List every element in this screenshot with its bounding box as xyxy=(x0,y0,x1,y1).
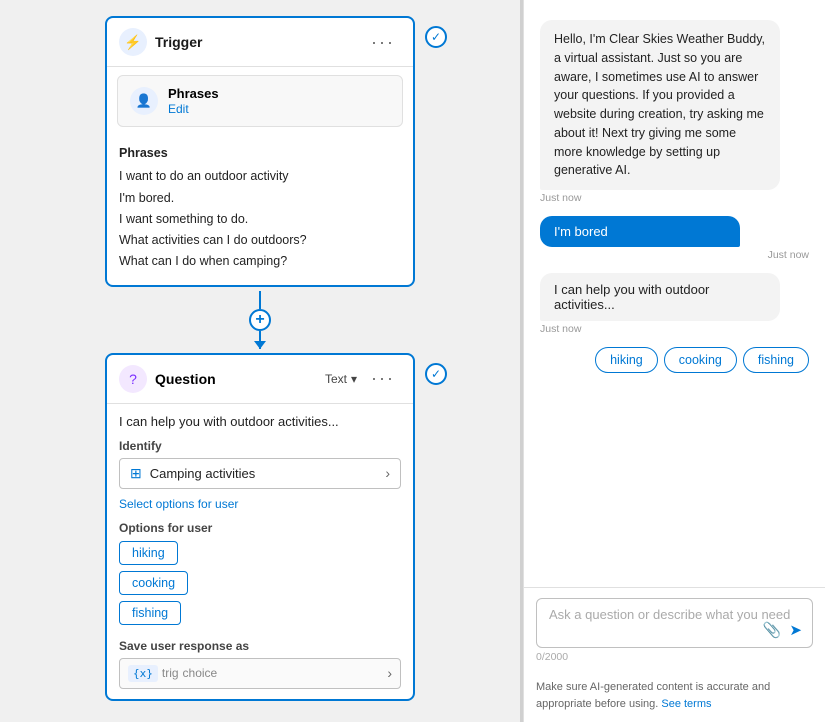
phrase-4: What activities can I do outdoors? xyxy=(119,230,401,251)
phrases-inner-content: Phrases Edit xyxy=(168,86,219,116)
options-label: Options for user xyxy=(119,521,401,535)
phrases-icon: 👤 xyxy=(130,87,158,115)
question-header: ? Question Text ▾ ··· xyxy=(107,355,413,404)
connector: + xyxy=(105,287,415,353)
chat-input-area: Ask a question or describe what you need… xyxy=(524,587,825,673)
phrase-5: What can I do when camping? xyxy=(119,251,401,272)
chat-option-cooking[interactable]: cooking xyxy=(664,347,737,373)
chat-disclaimer: Make sure AI-generated content is accura… xyxy=(524,673,825,722)
save-var-choice: choice xyxy=(183,666,218,680)
chat-input-placeholder: Ask a question or describe what you need xyxy=(549,607,800,622)
chat-input-box[interactable]: Ask a question or describe what you need… xyxy=(536,598,813,648)
save-var-trig: trig xyxy=(162,666,179,680)
question-card: ? Question Text ▾ ··· ✓ I can help you w… xyxy=(105,353,415,701)
identify-label: Identify xyxy=(119,439,401,453)
question-type-label: Text xyxy=(325,372,347,386)
disclaimer-link[interactable]: See terms xyxy=(661,698,711,710)
bot-bubble-1: Hello, I'm Clear Skies Weather Buddy, a … xyxy=(540,20,780,190)
option-hiking[interactable]: hiking xyxy=(119,541,401,571)
question-text: I can help you with outdoor activities..… xyxy=(119,414,401,429)
phrases-edit-link[interactable]: Edit xyxy=(168,102,189,116)
add-step-button[interactable]: + xyxy=(249,309,271,331)
question-title: Question xyxy=(155,371,317,387)
attach-icon[interactable]: 📎 xyxy=(763,621,782,639)
chat-option-fishing[interactable]: fishing xyxy=(743,347,809,373)
select-options-link[interactable]: Select options for user xyxy=(119,497,238,511)
trigger-phrases-inner[interactable]: 👤 Phrases Edit xyxy=(117,75,403,127)
identify-value: Camping activities xyxy=(150,466,378,481)
bubble3-time: Just now xyxy=(540,323,809,335)
trigger-icon: ⚡ xyxy=(119,28,147,56)
save-response-label: Save user response as xyxy=(119,639,401,653)
phrase-2: I'm bored. xyxy=(119,188,401,209)
identify-arrow-icon: › xyxy=(385,465,390,481)
chat-message-1: Hello, I'm Clear Skies Weather Buddy, a … xyxy=(540,20,809,204)
question-menu-button[interactable]: ··· xyxy=(365,366,401,391)
trigger-card-header: ⚡ Trigger ··· xyxy=(107,18,413,67)
question-type-badge[interactable]: Text ▾ xyxy=(325,372,357,386)
phrase-1: I want to do an outdoor activity xyxy=(119,166,401,187)
save-box[interactable]: {x} trig choice › xyxy=(119,658,401,689)
question-body: I can help you with outdoor activities..… xyxy=(107,404,413,699)
send-icon[interactable]: ➤ xyxy=(789,621,802,639)
chat-body: Hello, I'm Clear Skies Weather Buddy, a … xyxy=(524,0,825,587)
phrases-inner-title: Phrases xyxy=(168,86,219,101)
trigger-phrases-content: Phrases I want to do an outdoor activity… xyxy=(107,135,413,285)
chevron-down-icon: ▾ xyxy=(351,372,357,386)
chat-input-count: 0/2000 xyxy=(536,651,813,663)
bot-bubble-3: I can help you with outdoor activities..… xyxy=(540,273,780,321)
question-check-icon: ✓ xyxy=(425,363,447,385)
save-var-x: {x} xyxy=(128,665,158,682)
phrases-title: Phrases xyxy=(119,143,401,164)
chat-panel: Hello, I'm Clear Skies Weather Buddy, a … xyxy=(523,0,825,722)
question-icon: ? xyxy=(119,365,147,393)
chat-option-hiking[interactable]: hiking xyxy=(595,347,658,373)
left-panel: ⚡ Trigger ··· ✓ 👤 Phrases Edit Phrases I… xyxy=(0,0,520,722)
trigger-title: Trigger xyxy=(155,34,357,50)
trigger-check-icon: ✓ xyxy=(425,26,447,48)
option-fishing[interactable]: fishing xyxy=(119,601,401,631)
bubble1-time: Just now xyxy=(540,192,809,204)
bubble2-time: Just now xyxy=(540,249,809,261)
phrase-3: I want something to do. xyxy=(119,209,401,230)
identify-box[interactable]: ⊞ Camping activities › xyxy=(119,458,401,489)
trigger-card: ⚡ Trigger ··· ✓ 👤 Phrases Edit Phrases I… xyxy=(105,16,415,287)
disclaimer-text: Make sure AI-generated content is accura… xyxy=(536,681,770,710)
option-cooking[interactable]: cooking xyxy=(119,571,401,601)
user-bubble-2: I'm bored xyxy=(540,216,740,247)
connector-arrow xyxy=(259,331,261,349)
trigger-menu-button[interactable]: ··· xyxy=(365,30,401,55)
chat-message-3: I can help you with outdoor activities..… xyxy=(540,273,809,335)
chat-message-2: I'm bored Just now xyxy=(540,216,809,261)
chat-input-icons: 📎 ➤ xyxy=(763,621,802,639)
save-arrow-icon: › xyxy=(387,665,392,681)
identify-grid-icon: ⊞ xyxy=(130,465,142,482)
chat-option-buttons: hiking cooking fishing xyxy=(595,347,809,373)
connector-line-top xyxy=(259,291,261,309)
